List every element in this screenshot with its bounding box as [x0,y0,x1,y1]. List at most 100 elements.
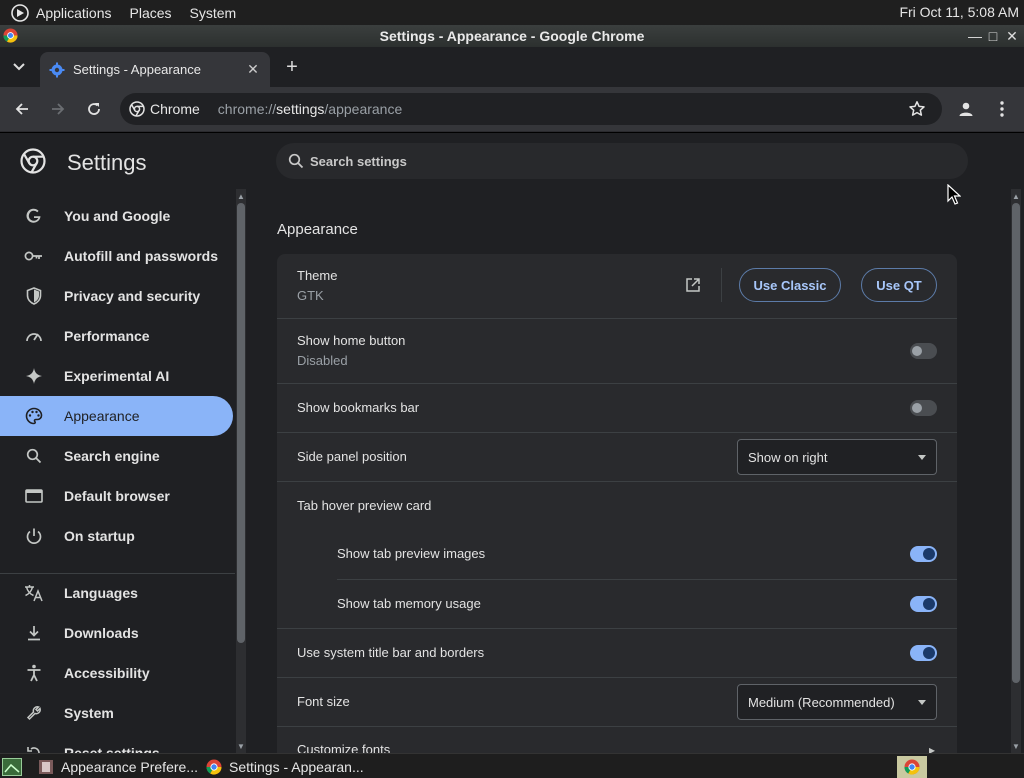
browser-window-icon [24,486,44,506]
back-arrow-icon[interactable] [11,98,33,120]
bookmark-star-icon[interactable] [908,100,926,121]
maximize-icon[interactable]: □ [984,25,1002,47]
toggle-knob [912,403,922,413]
system-menu[interactable]: System [190,5,237,21]
use-qt-button[interactable]: Use QT [861,268,937,302]
taskbar-item-label: Settings - Appearan... [229,759,364,775]
search-settings-input[interactable] [310,153,910,169]
chrome-site-icon[interactable] [129,101,145,117]
new-tab-button[interactable]: + [282,56,302,78]
show-home-toggle[interactable] [910,343,937,359]
main-scrollbar[interactable]: ▲ ▼ [1011,189,1021,753]
wrench-icon [24,703,44,723]
settings-gear-icon [49,62,65,78]
search-icon [24,446,44,466]
scroll-up-arrow-icon[interactable]: ▲ [1011,191,1021,201]
tab-memory-row[interactable]: Show tab memory usage [337,579,957,628]
applications-menu[interactable]: Applications [36,5,112,21]
theme-row[interactable]: Theme GTK Use Classic Use QT [277,254,957,318]
show-home-button-row[interactable]: Show home button Disabled [277,318,957,383]
scroll-down-arrow-icon[interactable]: ▼ [236,741,246,751]
sidebar-item-you-and-google[interactable]: You and Google [0,196,233,236]
browser-toolbar: Chrome chrome://settings/appearance [0,87,1024,132]
bottom-taskbar: Appearance Prefere... Settings - Appeara… [0,753,1024,778]
side-panel-label: Side panel position [297,449,407,464]
customize-fonts-row[interactable]: Customize fonts ▸ [277,726,957,753]
close-window-icon[interactable]: ✕ [1003,25,1021,47]
clock[interactable]: Fri Oct 11, 5:08 AM [899,4,1019,20]
sidebar-item-performance[interactable]: Performance [0,316,233,356]
settings-header: Settings [0,133,1024,189]
sidebar-item-label: Downloads [64,625,139,641]
sidebar-item-accessibility[interactable]: Accessibility [0,653,233,693]
reload-icon[interactable] [83,98,105,120]
search-settings-box[interactable] [276,143,968,179]
sidebar-item-languages[interactable]: Languages [0,573,233,613]
places-menu[interactable]: Places [130,5,172,21]
tab-search-chevron-icon[interactable] [8,57,30,77]
sidebar-item-appearance[interactable]: Appearance [0,396,233,436]
sidebar-item-experimental-ai[interactable]: Experimental AI [0,356,233,396]
tab-title: Settings - Appearance [73,62,201,77]
scroll-up-arrow-icon[interactable]: ▲ [236,191,246,201]
tray-chrome-icon[interactable] [897,756,927,778]
system-titlebar-toggle[interactable] [910,645,937,661]
sidebar-item-autofill[interactable]: Autofill and passwords [0,236,233,276]
settings-page: Settings You and Google Autofill and pas… [0,133,1024,753]
sidebar-item-privacy[interactable]: Privacy and security [0,276,233,316]
window-titlebar[interactable]: Settings - Appearance - Google Chrome — … [0,25,1024,47]
show-bookmarks-toggle[interactable] [910,400,937,416]
tab-close-icon[interactable]: ✕ [244,61,262,79]
show-bookmarks-row[interactable]: Show bookmarks bar [277,383,957,432]
toggle-knob [923,647,935,659]
kebab-menu-icon[interactable] [991,98,1013,120]
sidebar-item-system[interactable]: System [0,693,233,733]
translate-icon [24,583,44,603]
side-panel-select[interactable]: Show on right [737,439,937,475]
window-title: Settings - Appearance - Google Chrome [379,28,645,44]
distro-logo-icon[interactable] [10,3,30,23]
search-icon [288,153,304,169]
sidebar-item-label: Accessibility [64,665,150,681]
font-size-label: Font size [297,694,350,709]
download-icon [24,623,44,643]
url-text[interactable]: chrome://settings/appearance [218,101,402,117]
scroll-down-arrow-icon[interactable]: ▼ [1011,741,1021,751]
sidebar-item-downloads[interactable]: Downloads [0,613,233,653]
use-classic-button[interactable]: Use Classic [739,268,841,302]
sidebar-item-label: Reset settings [64,745,160,753]
url-host: settings [276,101,325,117]
main-scroll-thumb[interactable] [1012,203,1020,683]
forward-arrow-icon[interactable] [47,98,69,120]
tab-hover-label: Tab hover preview card [297,498,432,513]
sidebar-scrollbar[interactable]: ▲ ▼ [236,189,246,753]
font-size-select[interactable]: Medium (Recommended) [737,684,937,720]
open-external-icon[interactable] [685,277,701,296]
taskbar-item-chrome-settings[interactable]: Settings - Appearan... [206,756,364,778]
sidebar-scroll-thumb[interactable] [237,203,245,643]
system-titlebar-row[interactable]: Use system title bar and borders [277,628,957,677]
tab-memory-toggle[interactable] [910,596,937,612]
sidebar-item-reset-settings[interactable]: Reset settings [0,733,233,753]
google-g-icon [24,206,44,226]
taskbar-item-appearance-preferences[interactable]: Appearance Prefere... [38,756,198,778]
tab-settings-appearance[interactable]: Settings - Appearance ✕ [40,52,270,87]
chrome-app-icon [3,28,18,43]
address-bar[interactable]: Chrome chrome://settings/appearance [120,93,942,125]
sidebar-item-label: Search engine [64,448,160,464]
font-size-value: Medium (Recommended) [748,694,895,710]
url-path: /appearance [324,101,403,117]
tab-preview-images-row[interactable]: Show tab preview images [337,530,957,579]
sidebar-item-on-startup[interactable]: On startup [0,516,233,556]
site-name-chip: Chrome [150,101,200,117]
sidebar-item-default-browser[interactable]: Default browser [0,476,233,516]
minimize-icon[interactable]: — [966,25,984,47]
show-desktop-icon[interactable] [2,756,22,778]
sidebar-item-search-engine[interactable]: Search engine [0,436,233,476]
section-title: Appearance [277,221,358,238]
tab-preview-images-toggle[interactable] [910,546,937,562]
show-home-label: Show home button [297,333,406,348]
profile-icon[interactable] [955,98,977,120]
theme-label: Theme [297,268,338,283]
sidebar-item-label: System [64,705,114,721]
